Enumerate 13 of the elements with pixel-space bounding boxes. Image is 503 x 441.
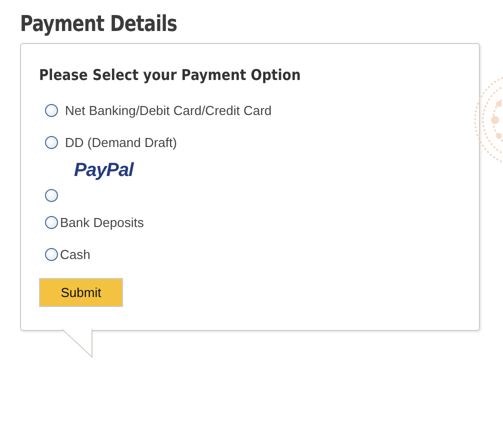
option-label: DD (Demand Draft) (65, 134, 177, 150)
submit-button[interactable]: Submit (39, 278, 123, 307)
option-label: Bank Deposits (60, 214, 144, 230)
radio-button[interactable] (45, 189, 58, 202)
radio-button[interactable] (45, 104, 58, 116)
section-heading: Please Select your Payment Option (39, 66, 301, 84)
radio-button[interactable] (45, 136, 58, 148)
option-label: Cash (60, 246, 90, 262)
paypal-logo: PayPal (74, 160, 134, 182)
radio-button[interactable] (45, 248, 58, 260)
option-label: Net Banking/Debit Card/Credit Card (65, 102, 272, 118)
page-title: Payment Details (20, 12, 178, 37)
radio-button[interactable] (45, 216, 58, 228)
